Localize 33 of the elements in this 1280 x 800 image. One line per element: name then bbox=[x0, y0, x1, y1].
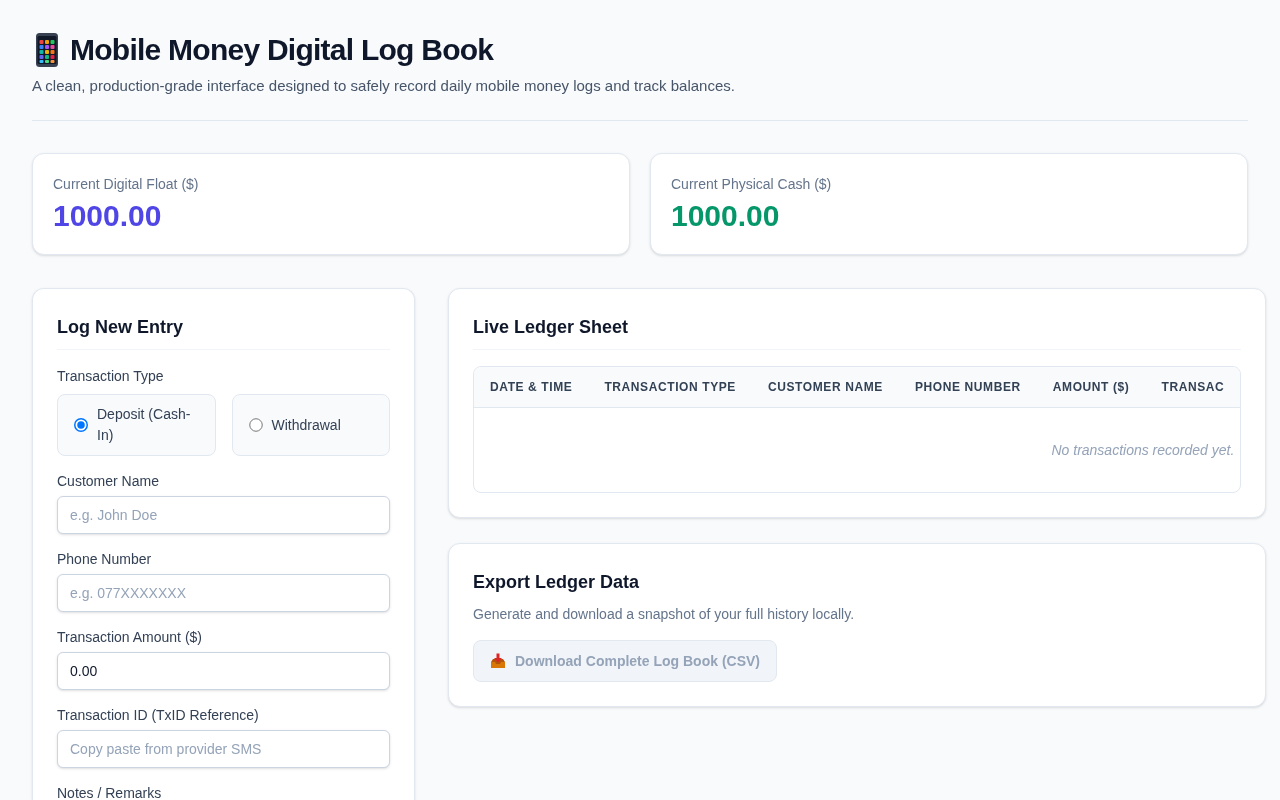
balance-value: 1000.00 bbox=[671, 198, 781, 234]
column-header: AMOUNT ($) bbox=[1051, 379, 1131, 395]
empty-table-message: No transactions recorded yet. bbox=[1051, 441, 1235, 460]
field-label: Customer Name bbox=[57, 473, 160, 489]
balance-label: Current Digital Float ($) bbox=[53, 175, 200, 194]
balance-label: Current Physical Cash ($) bbox=[671, 175, 833, 194]
card-title: Log New Entry bbox=[57, 313, 390, 350]
column-header: TRANSAC bbox=[1160, 379, 1226, 395]
column-header: TRANSACTION TYPE bbox=[603, 379, 737, 395]
transaction-type-option[interactable]: Withdrawal bbox=[231, 394, 390, 456]
column-header: CUSTOMER NAME bbox=[767, 379, 884, 395]
field-label: Transaction ID (TxID Reference) bbox=[57, 707, 260, 723]
card-title: Live Ledger Sheet bbox=[473, 313, 1242, 350]
tray-arrow-icon bbox=[490, 653, 506, 669]
field-label: Transaction Amount ($) bbox=[57, 629, 203, 645]
card-description: Generate and download a snapshot of your full history locally. bbox=[473, 605, 856, 624]
input-field[interactable]: e.g. John Doe bbox=[57, 496, 390, 534]
balance-value: 1000.00 bbox=[53, 198, 163, 234]
field-label: Notes / Remarks bbox=[57, 785, 163, 800]
input-field[interactable]: 0.00 bbox=[57, 652, 390, 690]
card-title: Export Ledger Data bbox=[473, 571, 641, 594]
transaction-type-option[interactable]: Deposit (Cash-In) bbox=[57, 394, 216, 456]
page-title: Mobile Money Digital Log Book bbox=[70, 32, 494, 68]
radio-icon[interactable] bbox=[248, 418, 263, 432]
input-field[interactable]: e.g. 077XXXXXXX bbox=[57, 574, 390, 612]
column-header: DATE & TIME bbox=[489, 379, 574, 395]
column-header: PHONE NUMBER bbox=[913, 379, 1022, 395]
mobile-phone-icon bbox=[36, 33, 58, 67]
field-label: Phone Number bbox=[57, 551, 153, 567]
input-field[interactable]: Copy paste from provider SMS bbox=[57, 730, 390, 768]
field-label: Transaction Type bbox=[57, 367, 165, 386]
radio-icon[interactable] bbox=[74, 418, 88, 432]
page-subtitle: A clean, production-grade interface designed to safely record daily mobile money logs and track balances. bbox=[32, 76, 736, 96]
